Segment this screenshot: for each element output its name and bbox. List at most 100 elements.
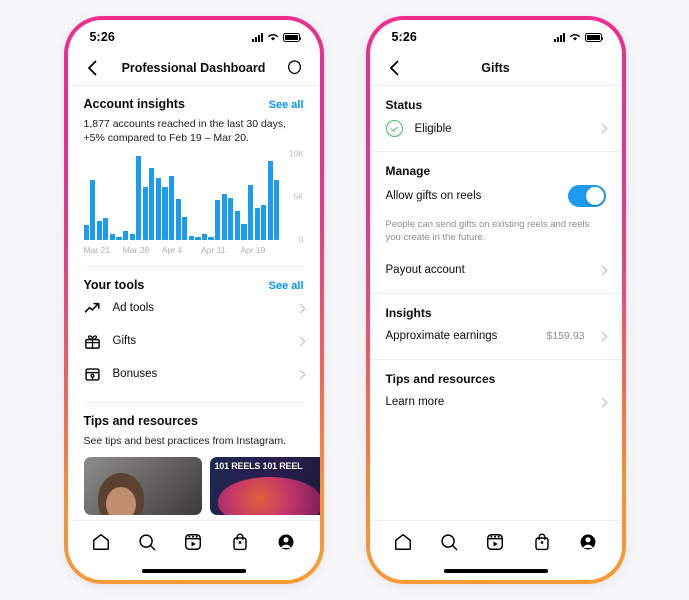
chevron-left-icon xyxy=(390,60,399,75)
chart-bar xyxy=(116,237,122,240)
chart-bar xyxy=(182,216,188,240)
account-insights-summary: 1,877 accounts reached in the last 30 da… xyxy=(83,118,287,145)
chart-x-tick: Mar 21 xyxy=(83,244,110,255)
tab-home[interactable] xyxy=(391,530,415,554)
your-tools-see-all-link[interactable]: See all xyxy=(269,280,304,292)
tips-and-resources-section: Tips and resources See tips and best pra… xyxy=(68,403,320,516)
trending-up-arrow-icon xyxy=(84,300,101,317)
search-icon xyxy=(139,533,156,550)
tab-shop[interactable] xyxy=(530,530,554,554)
chart-plot-area xyxy=(83,154,280,240)
profile-avatar-icon xyxy=(278,534,294,549)
chart-x-tick: Apr 4 xyxy=(161,244,183,255)
cellular-bars-icon xyxy=(251,33,263,42)
tips-section: Tips and resources Learn more xyxy=(370,360,622,421)
status-section-title: Status xyxy=(385,98,423,112)
chevron-left-icon xyxy=(88,60,97,75)
chevron-right-icon xyxy=(295,336,305,347)
chart-bar xyxy=(254,208,260,240)
phone-right: 5:26 Gifts Status Eligible Manage Allow … xyxy=(365,16,626,584)
tips-title: Tips and resources xyxy=(83,413,198,428)
status-bar: 5:26 xyxy=(370,20,622,50)
allow-gifts-toggle[interactable] xyxy=(567,185,606,207)
your-tools-section: Your tools See all Ad tools Gifts Bonuse… xyxy=(68,267,320,403)
chart-x-tick: Apr 11 xyxy=(201,244,226,255)
scroll-body[interactable]: Status Eligible Manage Allow gifts on re… xyxy=(369,86,622,520)
chevron-right-icon xyxy=(295,303,305,314)
tab-search[interactable] xyxy=(437,530,461,554)
allow-gifts-on-reels-row[interactable]: Allow gifts on reels xyxy=(386,178,606,214)
payout-account-row[interactable]: Payout account xyxy=(386,254,607,287)
page-title: Gifts xyxy=(481,60,510,75)
shop-bag-icon xyxy=(233,533,247,550)
chart-bar xyxy=(83,224,89,240)
learn-more-row[interactable]: Learn more xyxy=(386,386,607,419)
search-icon xyxy=(441,533,458,550)
gear-icon xyxy=(288,60,301,75)
account-insights-see-all-link[interactable]: See all xyxy=(269,99,304,111)
phone-left: 5:26 Professional Dashboard Account insi… xyxy=(63,16,324,584)
chart-bar xyxy=(103,218,109,240)
tool-row-ad-tools[interactable]: Ad tools xyxy=(84,292,305,325)
chart-bar xyxy=(155,178,162,240)
battery-full-icon xyxy=(584,33,603,42)
back-button[interactable] xyxy=(82,57,104,79)
reels-card-overlay-text: 101 REELS 101 REEL xyxy=(214,461,303,472)
tab-bar xyxy=(369,520,622,562)
tool-label-bonuses: Bonuses xyxy=(112,368,158,381)
chart-bar xyxy=(221,193,227,240)
tool-row-gifts[interactable]: Gifts xyxy=(84,325,305,358)
scroll-body[interactable]: Account insights See all 1,877 accounts … xyxy=(67,86,320,520)
chart-bar xyxy=(215,199,221,240)
status-row-eligible[interactable]: Eligible xyxy=(385,112,607,145)
payout-account-wrap: Payout account xyxy=(370,254,622,289)
bonus-chest-icon xyxy=(84,366,101,383)
chart-y-tick: 10K xyxy=(289,149,304,159)
page-title: Professional Dashboard xyxy=(121,60,266,75)
tips-section-title: Tips and resources xyxy=(385,371,496,386)
reels-101-card[interactable]: 101 REELS 101 REEL xyxy=(209,457,320,516)
tab-reels[interactable] xyxy=(483,530,507,554)
chart-bar xyxy=(142,186,148,240)
tab-profile[interactable] xyxy=(576,530,600,554)
tab-home[interactable] xyxy=(89,530,113,554)
chart-bar xyxy=(201,233,208,240)
allow-gifts-label: Allow gifts on reels xyxy=(385,190,482,202)
chart-bar xyxy=(136,155,142,240)
chart-bar xyxy=(188,235,194,240)
status-bar: 5:26 xyxy=(68,20,320,50)
tool-row-bonuses[interactable]: Bonuses xyxy=(84,358,305,391)
status-row-label: Eligible xyxy=(414,122,452,135)
chart-bar xyxy=(122,231,129,240)
insights-section-title: Insights xyxy=(385,305,432,320)
tab-profile[interactable] xyxy=(274,530,298,554)
tab-reels[interactable] xyxy=(181,530,205,554)
phone-right-screen: 5:26 Gifts Status Eligible Manage Allow … xyxy=(369,20,622,580)
settings-button[interactable] xyxy=(284,57,306,79)
chart-bar xyxy=(129,233,135,240)
your-tools-header: Your tools See all xyxy=(84,278,304,292)
home-indicator xyxy=(67,562,320,580)
insights-section: Insights Approximate earnings $159.93 xyxy=(370,294,622,355)
tab-search[interactable] xyxy=(135,530,159,554)
your-tools-title: Your tools xyxy=(83,277,145,292)
chart-bar xyxy=(162,186,168,240)
chart-bar xyxy=(175,198,181,240)
status-bar-clock: 5:26 xyxy=(391,30,417,44)
creator-portrait-card[interactable] xyxy=(83,457,202,516)
manage-section: Manage Allow gifts on reels xyxy=(370,152,622,216)
chart-bar xyxy=(228,197,234,240)
tab-shop[interactable] xyxy=(228,530,252,554)
chart-y-axis-labels: 10K 5K 0 xyxy=(280,149,303,244)
status-bar-icons xyxy=(251,32,301,42)
home-icon xyxy=(92,533,109,550)
home-icon xyxy=(394,533,411,550)
manage-section-title: Manage xyxy=(385,164,431,178)
accounts-reached-chart: 10K 5K 0 xyxy=(83,149,304,244)
battery-full-icon xyxy=(282,33,301,42)
chevron-right-icon xyxy=(597,397,607,408)
approximate-earnings-row[interactable]: Approximate earnings $159.93 xyxy=(386,320,607,353)
chart-bar xyxy=(234,210,240,240)
back-button[interactable] xyxy=(384,57,406,79)
nav-bar: Professional Dashboard xyxy=(67,50,320,86)
